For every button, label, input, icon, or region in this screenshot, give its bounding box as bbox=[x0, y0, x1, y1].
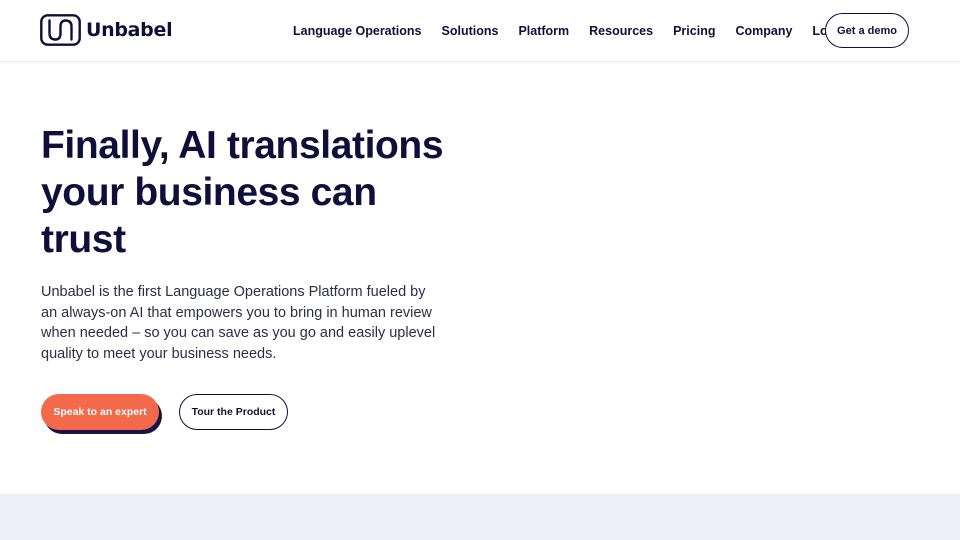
nav-platform[interactable]: Platform bbox=[508, 24, 579, 38]
logo-text: Unbabel bbox=[86, 19, 173, 41]
nav-language-operations[interactable]: Language Operations bbox=[283, 24, 432, 38]
hero-title: Finally, AI translations your business c… bbox=[41, 124, 444, 261]
unbabel-logo[interactable]: Unbabel bbox=[40, 14, 173, 46]
nav-company[interactable]: Company bbox=[725, 24, 802, 38]
nav-pricing[interactable]: Pricing bbox=[663, 24, 725, 38]
get-demo-button[interactable]: Get a demo bbox=[825, 13, 909, 48]
next-section-band bbox=[0, 494, 960, 540]
main-nav: Language Operations Solutions Platform R… bbox=[283, 0, 856, 62]
hero-description: Unbabel is the first Language Operations… bbox=[41, 284, 436, 362]
unbabel-logo-icon bbox=[40, 14, 81, 46]
nav-solutions[interactable]: Solutions bbox=[432, 24, 509, 38]
tour-product-button[interactable]: Tour the Product bbox=[179, 394, 288, 430]
nav-resources[interactable]: Resources bbox=[579, 24, 663, 38]
site-header: Unbabel Language Operations Solutions Pl… bbox=[0, 0, 960, 62]
speak-to-expert-button[interactable]: Speak to an expert bbox=[41, 394, 159, 430]
